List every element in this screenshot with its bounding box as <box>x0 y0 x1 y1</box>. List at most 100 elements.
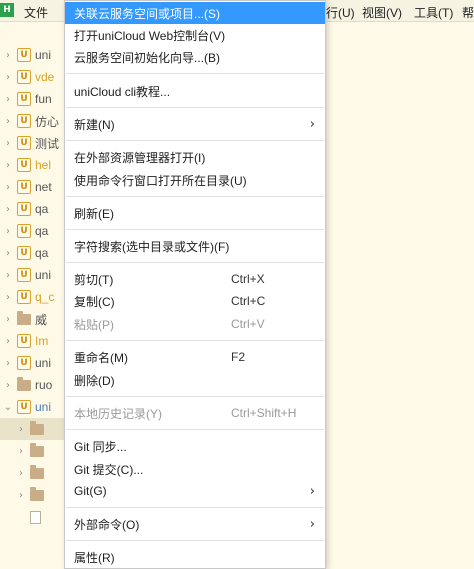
menu-divider <box>66 340 324 341</box>
folder-icon <box>17 310 31 325</box>
menu-item-search-text[interactable]: 字符搜索(选中目录或文件)(F) <box>65 235 325 257</box>
menu-item-local-history: 本地历史记录(Y) Ctrl+Shift+H <box>65 402 325 424</box>
chevron-right-icon[interactable]: › <box>3 204 13 215</box>
chevron-right-icon[interactable]: › <box>3 50 13 61</box>
menu-item-git-sync[interactable]: Git 同步... <box>65 435 325 457</box>
context-menu: 关联云服务空间或项目...(S) 打开uniCloud Web控制台(V) 云服… <box>64 0 326 569</box>
menu-help[interactable]: 帮 <box>462 4 474 21</box>
menu-item-cut[interactable]: 剪切(T) Ctrl+X <box>65 268 325 290</box>
folder-icon <box>30 486 44 501</box>
chevron-right-icon[interactable]: › <box>3 116 13 127</box>
tree-item-label: qa <box>35 246 49 260</box>
tree-item-label: Im <box>35 334 49 348</box>
menu-item-label: Git 同步... <box>74 439 127 454</box>
chevron-right-icon[interactable]: › <box>16 424 26 435</box>
menu-file[interactable]: 文件 <box>24 4 48 21</box>
tree-item-label: uni <box>35 268 52 282</box>
tree-item-label: net <box>35 180 52 194</box>
u-project-icon: U <box>17 158 31 172</box>
menu-item-paste: 粘贴(P) Ctrl+V <box>65 313 325 335</box>
menu-item-label: 使用命令行窗口打开所在目录(U) <box>74 173 247 188</box>
menu-item-label: 本地历史记录(Y) <box>74 406 162 421</box>
menu-item-label: 剪切(T) <box>74 272 114 287</box>
menu-item-git[interactable]: Git(G) › <box>65 480 325 502</box>
tree-item-label: uni <box>35 356 52 370</box>
u-project-icon: U <box>17 334 31 348</box>
tree-item-label: uni <box>35 48 52 62</box>
chevron-right-icon: › <box>309 516 315 532</box>
menu-item-label: 复制(C) <box>74 294 115 309</box>
menu-item-cloud-init-wizard[interactable]: 云服务空间初始化向导...(B) <box>65 46 325 68</box>
tree-item-label: qa <box>35 202 49 216</box>
u-project-icon: U <box>17 246 31 260</box>
menu-item-label: 粘贴(P) <box>74 317 114 332</box>
folder-icon <box>30 442 44 457</box>
chevron-right-icon[interactable]: › <box>16 468 26 479</box>
menu-item-link-cloud-space[interactable]: 关联云服务空间或项目...(S) <box>65 2 325 24</box>
tree-item-label: uni <box>35 400 52 414</box>
menu-tools[interactable]: 工具(T) <box>414 4 453 21</box>
shortcut-label: F2 <box>231 350 246 364</box>
u-project-icon: U <box>17 136 31 150</box>
menu-item-label: 外部命令(O) <box>74 517 140 532</box>
chevron-down-icon[interactable]: ⌄ <box>3 402 13 413</box>
chevron-right-icon[interactable]: › <box>3 72 13 83</box>
menu-item-open-unicloud-console[interactable]: 打开uniCloud Web控制台(V) <box>65 24 325 46</box>
u-project-icon: U <box>17 224 31 238</box>
u-project-icon: U <box>17 202 31 216</box>
menu-run[interactable]: 行(U) <box>326 4 355 21</box>
menu-item-label: 云服务空间初始化向导...(B) <box>74 50 220 65</box>
chevron-right-icon[interactable]: › <box>3 160 13 171</box>
menu-item-label: 字符搜索(选中目录或文件)(F) <box>74 239 230 254</box>
chevron-right-icon[interactable]: › <box>3 182 13 193</box>
tree-item-label: hel <box>35 158 52 172</box>
chevron-right-icon: › <box>309 483 315 499</box>
menu-item-refresh[interactable]: 刷新(E) <box>65 202 325 224</box>
menu-divider <box>66 262 324 263</box>
chevron-right-icon[interactable]: › <box>3 270 13 281</box>
chevron-right-icon[interactable]: › <box>3 380 13 391</box>
chevron-right-icon: › <box>309 116 315 132</box>
shortcut-label: Ctrl+C <box>231 294 266 308</box>
menu-item-rename[interactable]: 重命名(M) F2 <box>65 346 325 368</box>
shortcut-label: Ctrl+X <box>231 272 265 286</box>
u-project-icon: U <box>17 180 31 194</box>
menu-item-label: 删除(D) <box>74 373 115 388</box>
menu-view[interactable]: 视图(V) <box>362 4 402 21</box>
tree-item-label: ruo <box>35 378 53 392</box>
menu-item-label: 重命名(M) <box>74 350 128 365</box>
menu-item-unicloud-cli-tutorial[interactable]: uniCloud cli教程... <box>65 80 325 102</box>
menu-item-git-commit[interactable]: Git 提交(C)... <box>65 458 325 480</box>
folder-icon <box>30 464 44 479</box>
menu-item-label: uniCloud cli教程... <box>74 84 171 99</box>
u-project-icon: U <box>17 400 31 414</box>
u-project-icon: U <box>17 114 31 128</box>
menu-item-label: 新建(N) <box>74 117 115 132</box>
chevron-right-icon[interactable]: › <box>3 248 13 259</box>
menu-divider <box>66 396 324 397</box>
chevron-right-icon[interactable]: › <box>3 314 13 325</box>
tree-item-label: 仿心 <box>35 114 60 129</box>
chevron-right-icon[interactable]: › <box>3 358 13 369</box>
menu-item-external-command[interactable]: 外部命令(O) › <box>65 513 325 535</box>
menu-divider <box>66 140 324 141</box>
menu-divider <box>66 429 324 430</box>
menu-item-copy[interactable]: 复制(C) Ctrl+C <box>65 290 325 312</box>
chevron-right-icon[interactable]: › <box>3 94 13 105</box>
menu-item-properties[interactable]: 属性(R) <box>65 546 325 568</box>
chevron-right-icon[interactable]: › <box>16 446 26 457</box>
tree-item-label: vde <box>35 70 55 84</box>
chevron-right-icon[interactable]: › <box>3 138 13 149</box>
menu-item-new[interactable]: 新建(N) › <box>65 113 325 135</box>
chevron-right-icon[interactable]: › <box>3 226 13 237</box>
menu-divider <box>66 229 324 230</box>
chevron-right-icon[interactable]: › <box>3 292 13 303</box>
menu-item-open-in-terminal[interactable]: 使用命令行窗口打开所在目录(U) <box>65 169 325 191</box>
chevron-right-icon[interactable]: › <box>16 490 26 501</box>
tree-item-label: 威 <box>35 312 48 327</box>
menu-item-open-in-explorer[interactable]: 在外部资源管理器打开(I) <box>65 146 325 168</box>
file-icon <box>30 510 41 524</box>
menu-divider <box>66 107 324 108</box>
menu-item-delete[interactable]: 删除(D) <box>65 369 325 391</box>
chevron-right-icon[interactable]: › <box>3 336 13 347</box>
